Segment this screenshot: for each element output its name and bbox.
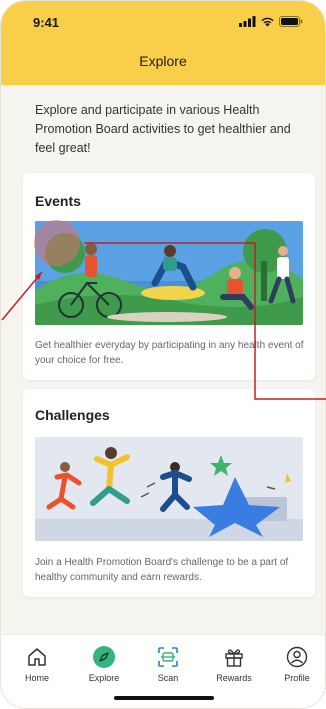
- nav-scan-label: Scan: [157, 673, 179, 683]
- nav-rewards-label: Rewards: [216, 673, 252, 683]
- challenges-title: Challenges: [35, 407, 110, 423]
- profile-icon: [286, 646, 308, 668]
- nav-scan[interactable]: Scan: [140, 645, 196, 683]
- home-indicator: [114, 696, 214, 700]
- compass-icon: [93, 646, 115, 668]
- challenges-illustration: [35, 437, 303, 541]
- nav-rewards[interactable]: Rewards: [206, 645, 262, 683]
- nav-explore[interactable]: Explore: [76, 645, 132, 683]
- gift-icon: [225, 649, 243, 667]
- phone-screen: 9:41 Explore Explore and participate in …: [0, 0, 326, 709]
- status-time: 9:41: [33, 15, 60, 30]
- app-header: 9:41 Explore: [1, 1, 325, 85]
- nav-explore-label: Explore: [88, 673, 120, 683]
- nav-home[interactable]: Home: [9, 645, 65, 683]
- page-title: Explore: [139, 53, 187, 69]
- home-icon: [28, 648, 46, 666]
- challenges-description: Join a Health Promotion Board's challeng…: [35, 557, 289, 583]
- battery-icon: [279, 16, 303, 27]
- events-card[interactable]: Events Get healthier everyday by partici…: [23, 173, 315, 380]
- status-icons: [239, 16, 303, 27]
- touch-indicator: [34, 220, 80, 266]
- intro-text: Explore and participate in various Healt…: [35, 103, 291, 155]
- challenges-card[interactable]: Challenges Join a Health Promotion Board…: [23, 389, 315, 597]
- nav-profile[interactable]: Profile: [269, 645, 325, 683]
- scan-icon: [158, 647, 178, 667]
- nav-home-label: Home: [24, 673, 49, 683]
- events-description: Get healthier everyday by participating …: [35, 340, 304, 366]
- status-bar: 9:41: [1, 13, 325, 35]
- signal-icon: [239, 16, 256, 27]
- events-title: Events: [35, 193, 81, 209]
- nav-profile-label: Profile: [284, 673, 310, 683]
- wifi-icon: [261, 17, 274, 27]
